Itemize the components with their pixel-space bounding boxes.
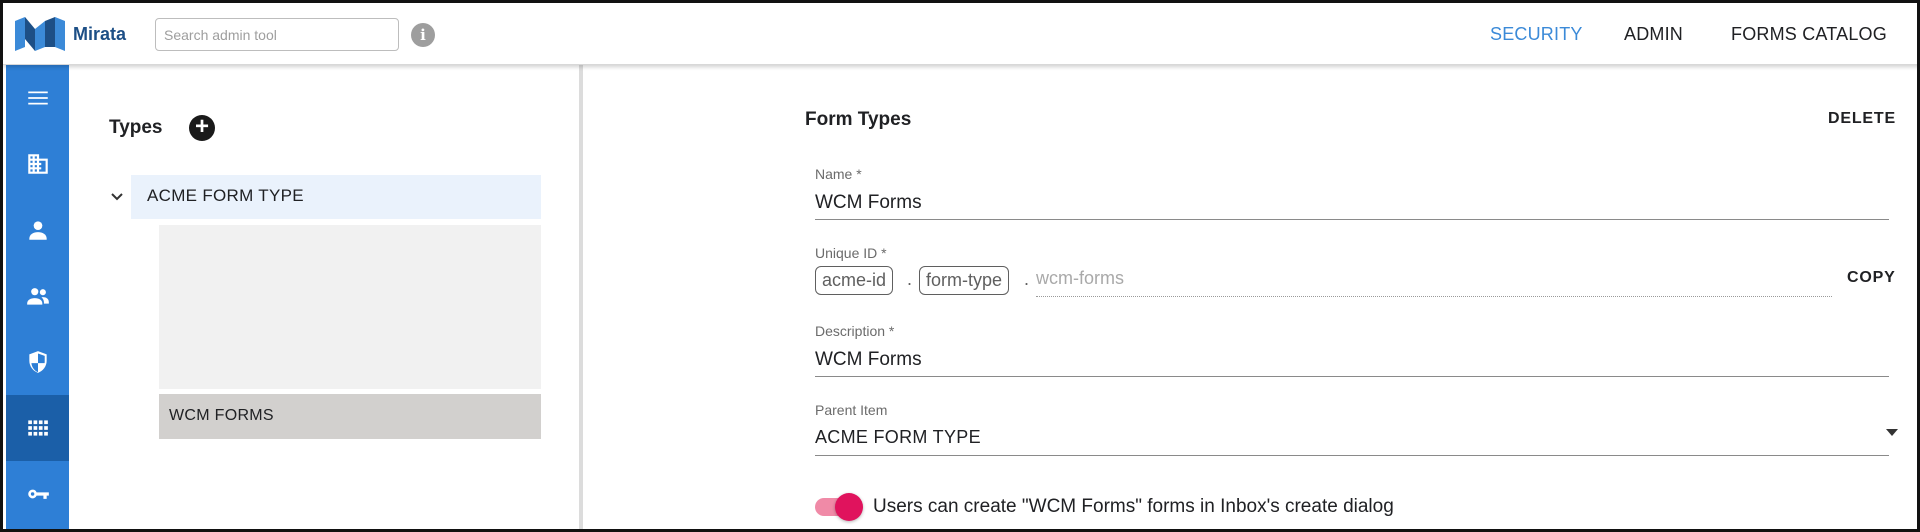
nav-admin-link[interactable]: ADMIN [1624, 24, 1683, 45]
nav-forms-catalog-link[interactable]: FORMS CATALOG [1731, 24, 1887, 45]
side-rail [6, 65, 69, 529]
unique-id-input[interactable]: wcm-forms [1036, 268, 1124, 289]
people-icon [26, 288, 49, 305]
types-panel: Types + ACME FORM TYPE WCM FORMS [69, 65, 581, 529]
mirata-logo-icon [15, 17, 65, 51]
copy-button[interactable]: COPY [1847, 269, 1896, 287]
info-icon[interactable]: i [411, 23, 435, 47]
rail-users[interactable] [6, 197, 69, 263]
parent-item-select[interactable]: ACME FORM TYPE [815, 427, 981, 448]
unique-id-label: Unique ID * [815, 245, 887, 261]
form-title: Form Types [805, 109, 912, 130]
types-title: Types [109, 117, 163, 138]
search-input[interactable] [155, 18, 399, 51]
chevron-down-icon[interactable] [109, 189, 125, 205]
nav-forms-catalog[interactable]: FORMS CATALOG [1731, 3, 1887, 65]
delete-button[interactable]: DELETE [1828, 110, 1896, 128]
toggle-knob[interactable] [835, 493, 863, 521]
menu-icon [27, 91, 48, 105]
top-header: Mirata i SECURITY ADMIN FORMS CATALOG [3, 3, 1917, 65]
tree-child-label: WCM FORMS [169, 407, 274, 424]
rail-forms[interactable] [6, 395, 69, 461]
person-icon [28, 221, 47, 240]
grid-icon [27, 420, 48, 436]
rail-keys[interactable] [6, 461, 69, 527]
name-field[interactable]: WCM Forms [815, 192, 922, 214]
unique-id-underline [1036, 296, 1832, 297]
description-underline [815, 376, 1889, 377]
rail-groups[interactable] [6, 263, 69, 329]
logo-text: Mirata [73, 23, 127, 44]
unique-id-chip-form-type: form-type [919, 266, 1010, 295]
tree-item-label: ACME FORM TYPE [147, 186, 304, 205]
nav-admin[interactable]: ADMIN [1624, 3, 1683, 65]
name-label: Name * [815, 166, 862, 182]
nav-security-link[interactable]: SECURITY [1490, 24, 1583, 45]
name-underline [815, 219, 1889, 220]
rail-organizations[interactable] [6, 131, 69, 197]
add-type-button[interactable]: + [189, 115, 215, 141]
rail-menu[interactable] [6, 65, 69, 131]
key-icon [27, 489, 49, 499]
app-logo[interactable]: Mirata [15, 17, 126, 51]
app-window: Mirata i SECURITY ADMIN FORMS CATALOG [0, 0, 1920, 532]
description-label: Description * [815, 323, 895, 339]
unique-id-separator: . [1024, 269, 1030, 289]
dropdown-arrow-icon[interactable] [1886, 429, 1898, 436]
form-area: Form Types DELETE Name * WCM Forms Uniqu… [583, 65, 1917, 529]
tree-empty-area [159, 225, 541, 389]
building-icon [27, 154, 48, 174]
rail-security[interactable] [6, 329, 69, 395]
parent-item-label: Parent Item [815, 402, 888, 418]
shield-icon [28, 351, 47, 373]
nav-security[interactable]: SECURITY [1490, 3, 1583, 65]
toggle-label: Users can create "WCM Forms" forms in In… [873, 496, 1394, 517]
unique-id-chip-acme-id: acme-id [815, 266, 894, 295]
description-field[interactable]: WCM Forms [815, 349, 922, 371]
unique-id-separator: . [907, 269, 913, 289]
parent-item-underline [815, 455, 1889, 456]
